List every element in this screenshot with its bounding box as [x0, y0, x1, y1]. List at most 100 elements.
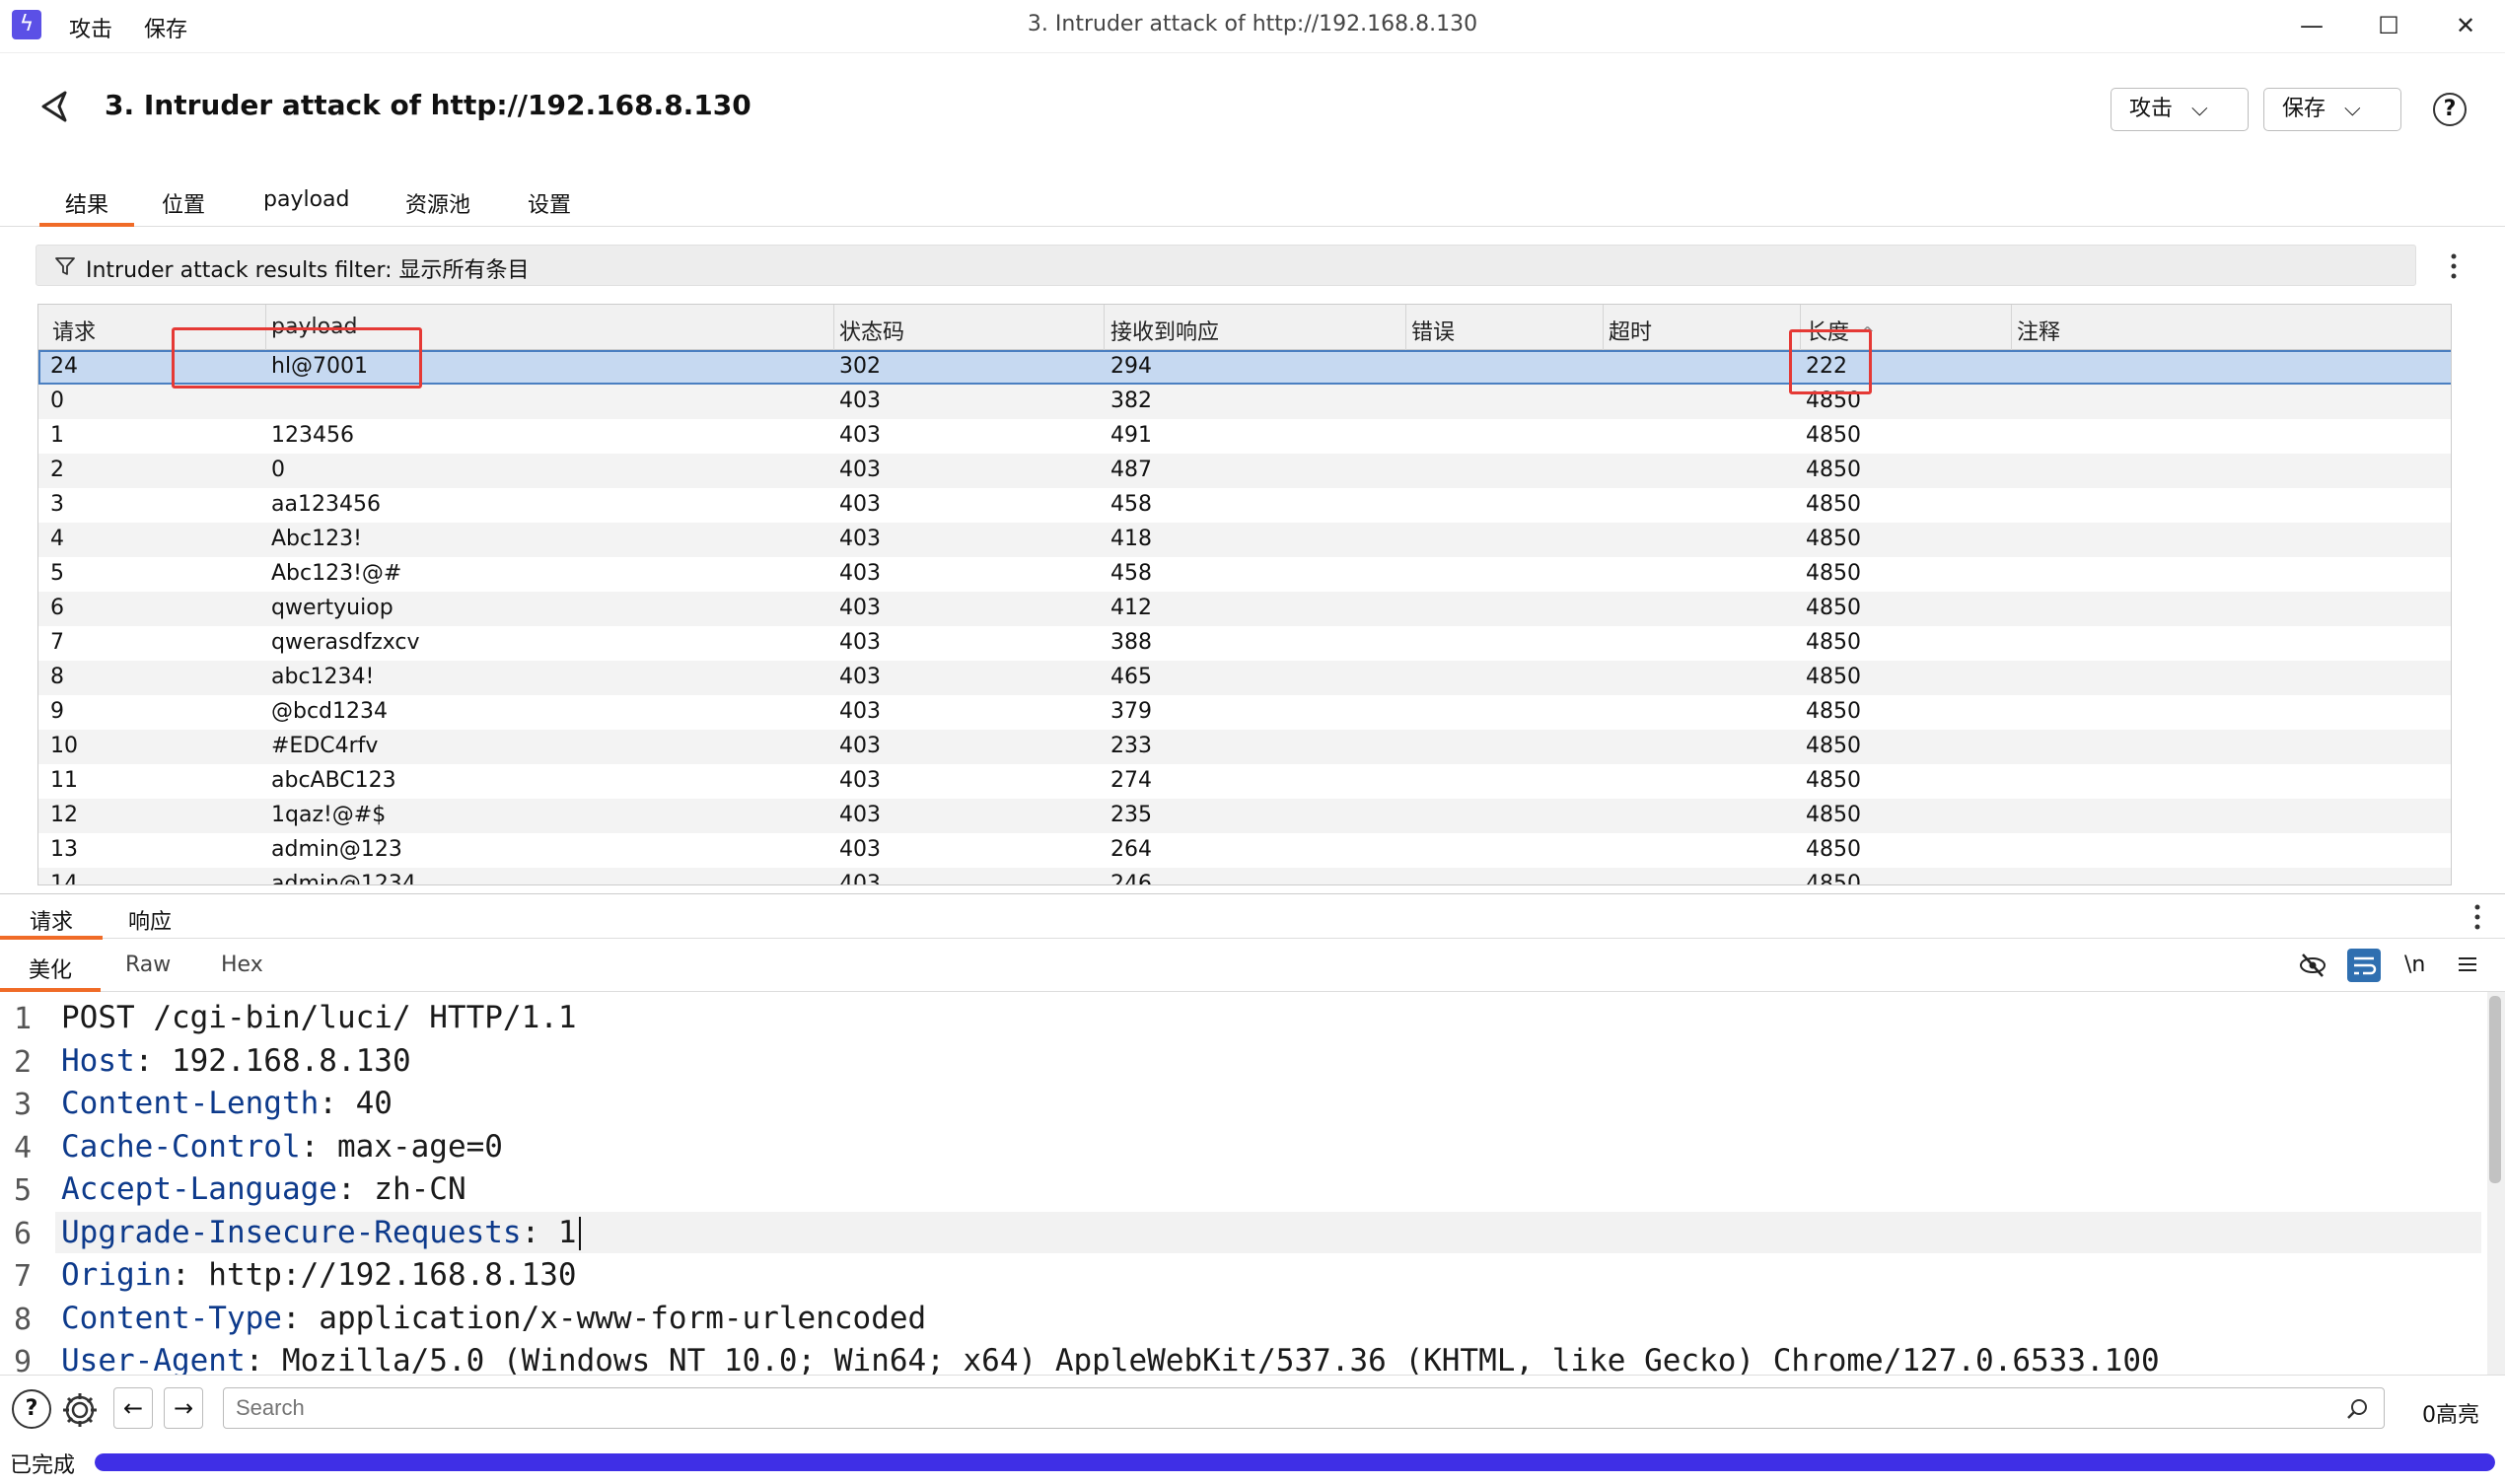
- header-name: Content-Length: [61, 1086, 320, 1121]
- table-row[interactable]: 10 #EDC4rfv 403 233 4850: [38, 730, 2451, 764]
- save-button-label: 保存: [2282, 97, 2326, 121]
- col-timeout[interactable]: 超时: [1609, 315, 1652, 346]
- intruder-target-icon: [41, 91, 67, 122]
- help-icon[interactable]: ?: [2433, 93, 2467, 126]
- more-options-icon[interactable]: [2444, 248, 2464, 284]
- tab-raw[interactable]: Raw: [125, 953, 171, 977]
- cell-resp: 465: [1110, 665, 1152, 689]
- search-icon[interactable]: [2345, 1397, 2369, 1421]
- cell-status: 403: [839, 458, 881, 482]
- arrow-right-icon[interactable]: →: [164, 1387, 203, 1429]
- minimize-icon[interactable]: —: [2290, 8, 2333, 43]
- cell-len: 4850: [1806, 734, 1861, 758]
- page-title: 3. Intruder attack of http://192.168.8.1…: [105, 89, 752, 121]
- table-row[interactable]: 9 @bcd1234 403 379 4850: [38, 695, 2451, 730]
- tab-resource-pool[interactable]: 资源池: [405, 187, 470, 227]
- cell-req: 0: [50, 389, 64, 413]
- cell-status: 403: [839, 492, 881, 517]
- results-filter-bar[interactable]: Intruder attack results filter: 显示所有条目: [36, 245, 2416, 286]
- arrow-left-icon[interactable]: ←: [113, 1387, 153, 1429]
- annotation-box-payload: [172, 327, 422, 389]
- cell-req: 1: [50, 423, 64, 448]
- maximize-icon[interactable]: ☐: [2367, 8, 2410, 43]
- cell-resp: 233: [1110, 734, 1152, 758]
- table-row[interactable]: 14 admin@1234 403 246 4850: [38, 868, 2451, 885]
- col-status[interactable]: 状态码: [839, 315, 904, 346]
- code-line: User-Agent: Mozilla/5.0 (Windows NT 10.0…: [61, 1343, 2160, 1375]
- tab-results[interactable]: 结果: [39, 187, 134, 227]
- header-value: : 192.168.8.130: [134, 1042, 411, 1079]
- tab-payloads[interactable]: payload: [263, 187, 349, 227]
- code-line: Host: 192.168.8.130: [61, 1043, 411, 1079]
- editor-scroll-thumb[interactable]: [2489, 996, 2501, 1183]
- tab-settings[interactable]: 设置: [528, 187, 571, 227]
- cell-payload: aa123456: [271, 492, 381, 517]
- tab-hex[interactable]: Hex: [221, 953, 263, 977]
- cell-resp: 294: [1110, 354, 1152, 379]
- header-value: : http://192.168.8.130: [171, 1257, 577, 1293]
- attack-button[interactable]: 攻击 ⌵: [2111, 88, 2249, 131]
- gear-icon[interactable]: [59, 1389, 101, 1431]
- status-text: 已完成: [10, 1453, 76, 1478]
- cell-resp: 382: [1110, 389, 1152, 413]
- code-line: Content-Type: application/x-www-form-url…: [61, 1301, 926, 1336]
- cell-payload: Abc123!@#: [271, 561, 402, 586]
- cell-status: 403: [839, 803, 881, 827]
- save-button[interactable]: 保存 ⌵: [2263, 88, 2401, 131]
- cell-payload: abcABC123: [271, 768, 396, 793]
- table-row[interactable]: 6 qwertyuiop 403 412 4850: [38, 592, 2451, 626]
- attack-button-label: 攻击: [2129, 97, 2174, 121]
- column-divider: [1603, 305, 1604, 350]
- table-row[interactable]: 4 Abc123! 403 418 4850: [38, 523, 2451, 557]
- cell-payload: abc1234!: [271, 665, 375, 689]
- cell-len: 4850: [1806, 665, 1861, 689]
- tab-response[interactable]: 响应: [128, 904, 172, 936]
- attack-header: 3. Intruder attack of http://192.168.8.1…: [0, 53, 2505, 183]
- cell-req: 8: [50, 665, 64, 689]
- table-row[interactable]: 0 403 382 4850: [38, 385, 2451, 419]
- table-row[interactable]: 7 qwerasdfzxcv 403 388 4850: [38, 626, 2451, 661]
- message-tabs: 请求 响应: [0, 893, 2505, 940]
- search-input[interactable]: [223, 1387, 2385, 1429]
- cell-status: 403: [839, 423, 881, 448]
- cell-resp: 264: [1110, 837, 1152, 862]
- cell-status: 403: [839, 665, 881, 689]
- table-row[interactable]: 3 aa123456 403 458 4850: [38, 488, 2451, 523]
- table-row[interactable]: 11 abcABC123 403 274 4850: [38, 764, 2451, 799]
- tab-request[interactable]: 请求: [0, 904, 103, 940]
- tab-pretty[interactable]: 美化: [0, 953, 101, 992]
- table-row[interactable]: 1 123456 403 491 4850: [38, 419, 2451, 454]
- cell-req: 11: [50, 768, 78, 793]
- cell-req: 14: [50, 872, 78, 885]
- request-editor[interactable]: 1 POST /cgi-bin/luci/ HTTP/1.1 2 Host: 192.…: [0, 992, 2505, 1375]
- word-wrap-icon[interactable]: [2347, 949, 2381, 982]
- hide-eye-icon[interactable]: [2298, 951, 2327, 980]
- cell-len: 4850: [1806, 699, 1861, 724]
- table-row[interactable]: 2 0 403 487 4850: [38, 454, 2451, 488]
- col-response-received[interactable]: 接收到响应: [1110, 315, 1219, 346]
- progress-fill: [95, 1453, 2495, 1471]
- close-icon[interactable]: ✕: [2444, 8, 2487, 43]
- newline-toggle[interactable]: \n: [2404, 953, 2425, 977]
- tab-positions[interactable]: 位置: [162, 187, 205, 227]
- col-request[interactable]: 请求: [52, 315, 96, 346]
- table-row[interactable]: 13 admin@123 403 264 4850: [38, 833, 2451, 868]
- line-number: 4: [14, 1130, 33, 1166]
- cell-resp: 491: [1110, 423, 1152, 448]
- column-divider: [1405, 305, 1406, 350]
- table-row[interactable]: 12 1qaz!@#$ 403 235 4850: [38, 799, 2451, 833]
- annotation-box-length: [1789, 329, 1872, 394]
- col-error[interactable]: 错误: [1411, 315, 1455, 346]
- help-icon[interactable]: ?: [12, 1389, 51, 1429]
- table-row[interactable]: 8 abc1234! 403 465 4850: [38, 661, 2451, 695]
- cell-req: 6: [50, 596, 64, 620]
- table-row[interactable]: 5 Abc123!@# 403 458 4850: [38, 557, 2451, 592]
- cell-len: 4850: [1806, 803, 1861, 827]
- menu-icon[interactable]: [2456, 953, 2479, 976]
- cell-len: 4850: [1806, 872, 1861, 885]
- header-value: : 40: [319, 1086, 393, 1121]
- more-options-icon[interactable]: [2468, 900, 2487, 934]
- col-comment[interactable]: 注释: [2017, 315, 2060, 346]
- cell-len: 4850: [1806, 492, 1861, 517]
- cell-req: 4: [50, 527, 64, 551]
